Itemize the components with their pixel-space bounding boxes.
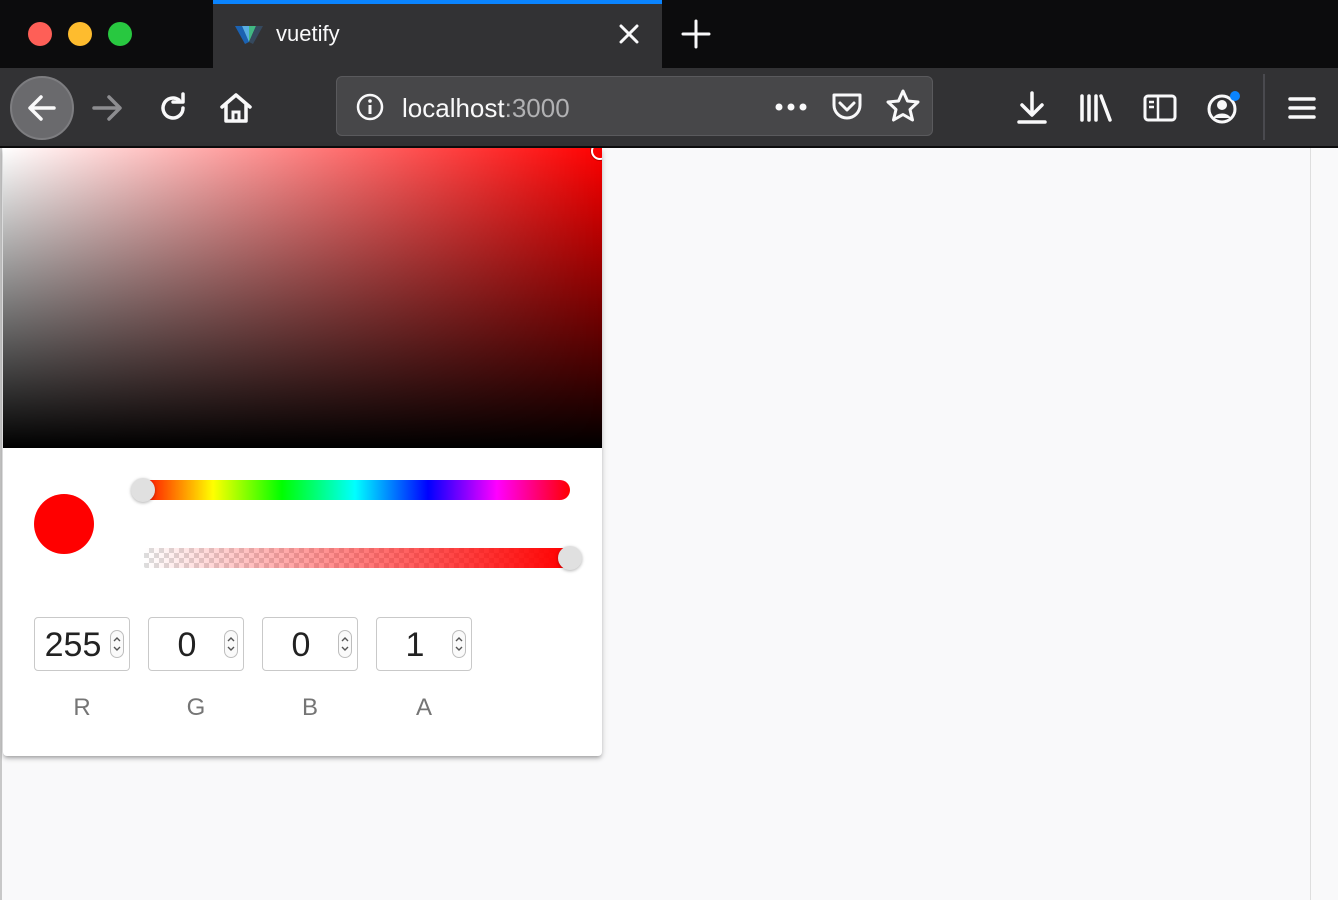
forward-arrow-icon [92, 95, 122, 121]
window-minimize-button[interactable] [68, 22, 92, 46]
sidebar-button[interactable] [1128, 76, 1192, 140]
hue-slider-thumb[interactable] [131, 478, 155, 502]
toolbar-separator [1263, 74, 1265, 140]
a-spinner[interactable] [452, 630, 466, 658]
alpha-slider-track[interactable] [144, 548, 570, 568]
forward-button[interactable] [76, 76, 140, 140]
back-button[interactable] [10, 76, 74, 140]
window-close-button[interactable] [28, 22, 52, 46]
reload-button[interactable] [141, 76, 205, 140]
url-port: :3000 [504, 93, 570, 123]
spinner-arrows-icon [113, 637, 121, 651]
b-spinner[interactable] [338, 630, 352, 658]
home-icon [220, 93, 252, 123]
reload-icon [161, 92, 185, 120]
vuetify-logo-icon [235, 26, 263, 44]
window-maximize-button[interactable] [108, 22, 132, 46]
sidebar-icon [1143, 94, 1177, 122]
navigation-toolbar: localhost:3000 [0, 68, 1338, 148]
page-divider [1310, 148, 1311, 900]
menu-icon [1288, 97, 1316, 119]
library-icon [1080, 94, 1112, 122]
g-label: G [186, 694, 206, 721]
downloads-button[interactable] [1000, 76, 1064, 140]
alpha-gradient [144, 548, 570, 568]
tab-vuetify[interactable]: vuetify [213, 0, 662, 68]
color-swatch [34, 494, 94, 554]
b-input[interactable]: 0 [262, 617, 358, 671]
r-spinner[interactable] [110, 630, 124, 658]
new-tab-icon[interactable] [678, 18, 714, 50]
download-icon [1017, 91, 1047, 124]
tab-active-indicator [213, 0, 662, 4]
page-edge [0, 148, 2, 900]
account-button[interactable] [1192, 76, 1256, 140]
alpha-slider-thumb[interactable] [558, 546, 582, 570]
account-icon [1207, 91, 1240, 124]
g-spinner[interactable] [224, 630, 238, 658]
a-label: A [415, 694, 432, 721]
a-input[interactable]: 1 [376, 617, 472, 671]
saturation-value-canvas[interactable] [3, 148, 602, 448]
info-icon[interactable] [355, 92, 385, 122]
color-picker: 255 R 0 G 0 B 1 A [3, 148, 602, 756]
more-icon[interactable] [773, 95, 809, 119]
spinner-arrows-icon [227, 637, 235, 651]
title-bar: vuetify [0, 0, 1338, 68]
g-input[interactable]: 0 [148, 617, 244, 671]
b-label: B [301, 694, 318, 721]
page-content: 255 R 0 G 0 B 1 A [0, 148, 1338, 900]
pocket-icon[interactable] [830, 89, 864, 123]
url-host: localhost [402, 93, 505, 123]
home-button[interactable] [204, 76, 268, 140]
r-label: R [73, 694, 91, 721]
a-value: 1 [405, 626, 425, 664]
bookmark-star-icon[interactable] [885, 88, 921, 124]
r-input[interactable]: 255 [34, 617, 130, 671]
menu-button[interactable] [1270, 76, 1334, 140]
back-arrow-icon [28, 95, 56, 121]
g-value: 0 [177, 626, 197, 664]
hue-slider-track[interactable] [140, 480, 570, 500]
close-tab-icon[interactable] [613, 18, 645, 50]
url-text[interactable]: localhost:3000 [402, 93, 570, 124]
url-bar[interactable]: localhost:3000 [336, 76, 933, 136]
library-button[interactable] [1064, 76, 1128, 140]
r-value: 255 [44, 626, 102, 664]
spinner-arrows-icon [341, 637, 349, 651]
tab-title: vuetify [276, 21, 340, 46]
spinner-arrows-icon [455, 637, 463, 651]
b-value: 0 [291, 626, 311, 664]
